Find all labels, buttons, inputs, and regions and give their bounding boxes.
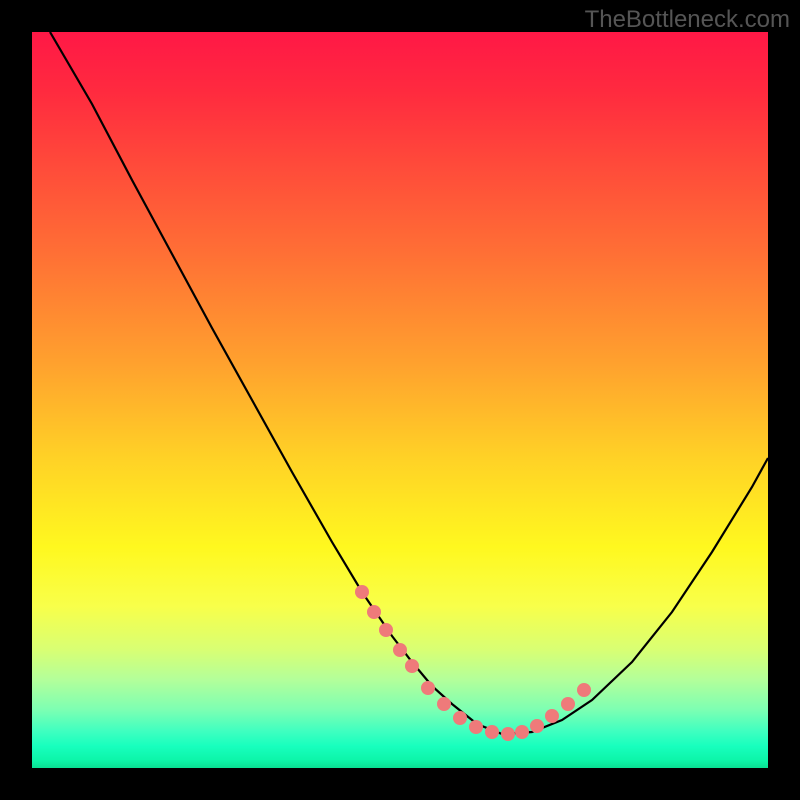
marker-dot bbox=[367, 605, 381, 619]
chart-svg bbox=[32, 32, 768, 768]
marker-dot bbox=[405, 659, 419, 673]
marker-dot bbox=[545, 709, 559, 723]
marker-dot bbox=[530, 719, 544, 733]
marker-dot bbox=[469, 720, 483, 734]
marker-dot bbox=[379, 623, 393, 637]
marker-dot bbox=[485, 725, 499, 739]
marker-dot bbox=[421, 681, 435, 695]
marker-dot bbox=[515, 725, 529, 739]
marker-dot bbox=[453, 711, 467, 725]
marker-dot bbox=[561, 697, 575, 711]
marker-dot bbox=[355, 585, 369, 599]
marker-dot bbox=[393, 643, 407, 657]
curve-line bbox=[50, 32, 768, 734]
marker-dot bbox=[501, 727, 515, 741]
marker-dot bbox=[437, 697, 451, 711]
watermark: TheBottleneck.com bbox=[585, 6, 790, 34]
curve-markers bbox=[355, 585, 591, 741]
plot-area bbox=[32, 32, 768, 768]
marker-dot bbox=[577, 683, 591, 697]
